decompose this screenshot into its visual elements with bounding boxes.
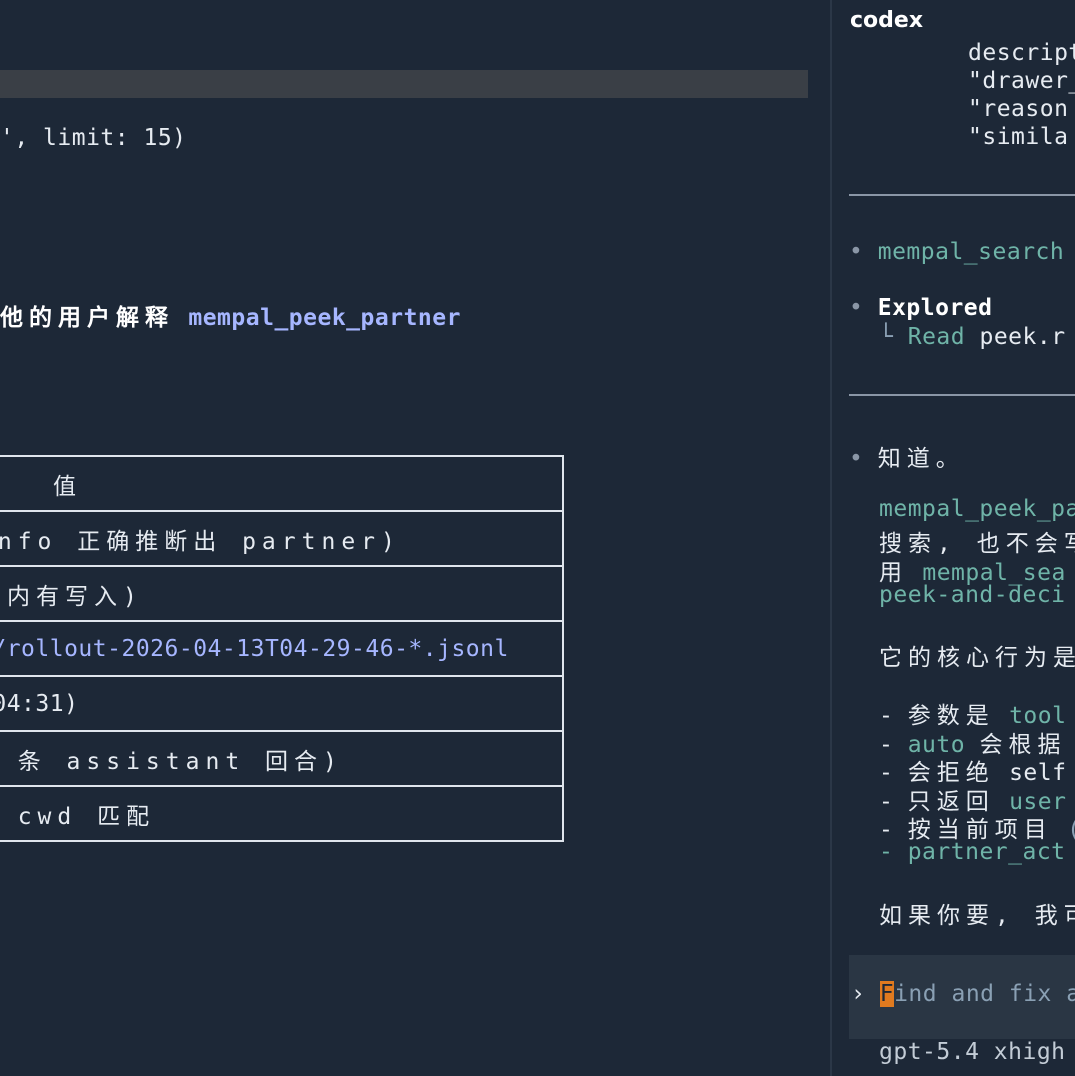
answer-code: mempal_peek_pa — [879, 496, 1075, 522]
answer-head: • 知道。 — [849, 439, 965, 473]
separator — [849, 194, 1075, 196]
table-header-value: 值 — [53, 473, 82, 500]
table-row: Info 正确推断出 partner) — [0, 510, 564, 567]
question-text: 他的用户解释 — [0, 305, 174, 331]
table-row: 4 条 assistant 回合) — [0, 730, 564, 787]
core-behavior-line: 它的核心行为是 — [879, 645, 1075, 671]
answer-head-text: 知道。 — [877, 446, 965, 472]
bullet-icon: • — [849, 295, 864, 321]
explored-item: • Explored — [849, 295, 993, 321]
table-header-row: 值 — [0, 455, 564, 512]
question-line: 他的用户解释 mempal_peek_partner — [0, 298, 461, 332]
separator — [849, 394, 1075, 396]
text-cursor: F — [879, 981, 895, 1007]
highlighted-line — [0, 70, 808, 98]
tool-name-highlight: mempal_peek_partner — [188, 305, 461, 331]
tree-branch-icon: └ — [879, 324, 894, 350]
prompt-line[interactable]: › Find and fix a — [851, 981, 1075, 1007]
table-cell-path: 3/rollout-2026-04-13T04-29-46-*.jsonl — [0, 635, 509, 662]
explored-file: peek.r — [979, 324, 1066, 350]
info-table: 值 Info 正确推断出 partner) 钟内有写入) 3/rollout-2… — [0, 455, 564, 842]
left-pane: ', limit: 15) 他的用户解释 mempal_peek_partner… — [0, 0, 830, 1076]
table-row: , cwd 匹配 — [0, 785, 564, 842]
code-line: "simila — [968, 124, 1069, 150]
code-line: "reason — [968, 96, 1069, 122]
search-item: • mempal_search — [849, 239, 1064, 265]
bullet-icon: • — [849, 446, 864, 472]
prompt-chevron-icon: › — [851, 981, 866, 1007]
tool-call-args: ', limit: 15) — [0, 125, 187, 151]
table-row: 04:31) — [0, 675, 564, 732]
table-cell: 钟内有写入) — [0, 583, 143, 610]
table-cell: , cwd 匹配 — [17, 803, 156, 830]
bullet-icon: • — [849, 239, 864, 265]
code-line: "drawer_ — [968, 68, 1075, 94]
explored-label: Explored — [877, 295, 993, 321]
offer-line: 如果你要, 我可 — [879, 903, 1075, 929]
model-status: gpt-5.4 xhigh — [879, 1039, 1066, 1065]
table-cell: 4 条 assistant 回合) — [0, 748, 343, 775]
answer-line: peek-and-deci — [879, 582, 1066, 608]
codex-pane: codex descript "drawer_ "reason "simila … — [832, 0, 1075, 1076]
pane-title: codex — [850, 8, 924, 33]
search-tool-name: mempal_search — [877, 239, 1065, 265]
explored-detail: └ Read peek.r — [879, 324, 1066, 350]
code-line: descript — [968, 40, 1075, 66]
list-item: - partner_act — [879, 839, 1066, 865]
prompt-placeholder: ind and fix a — [894, 981, 1075, 1007]
explored-action: Read — [907, 324, 966, 350]
table-cell: Info 正确推断出 partner) — [0, 528, 401, 555]
table-row: 3/rollout-2026-04-13T04-29-46-*.jsonl — [0, 620, 564, 677]
table-row: 钟内有写入) — [0, 565, 564, 622]
table-cell: 04:31) — [0, 690, 79, 717]
